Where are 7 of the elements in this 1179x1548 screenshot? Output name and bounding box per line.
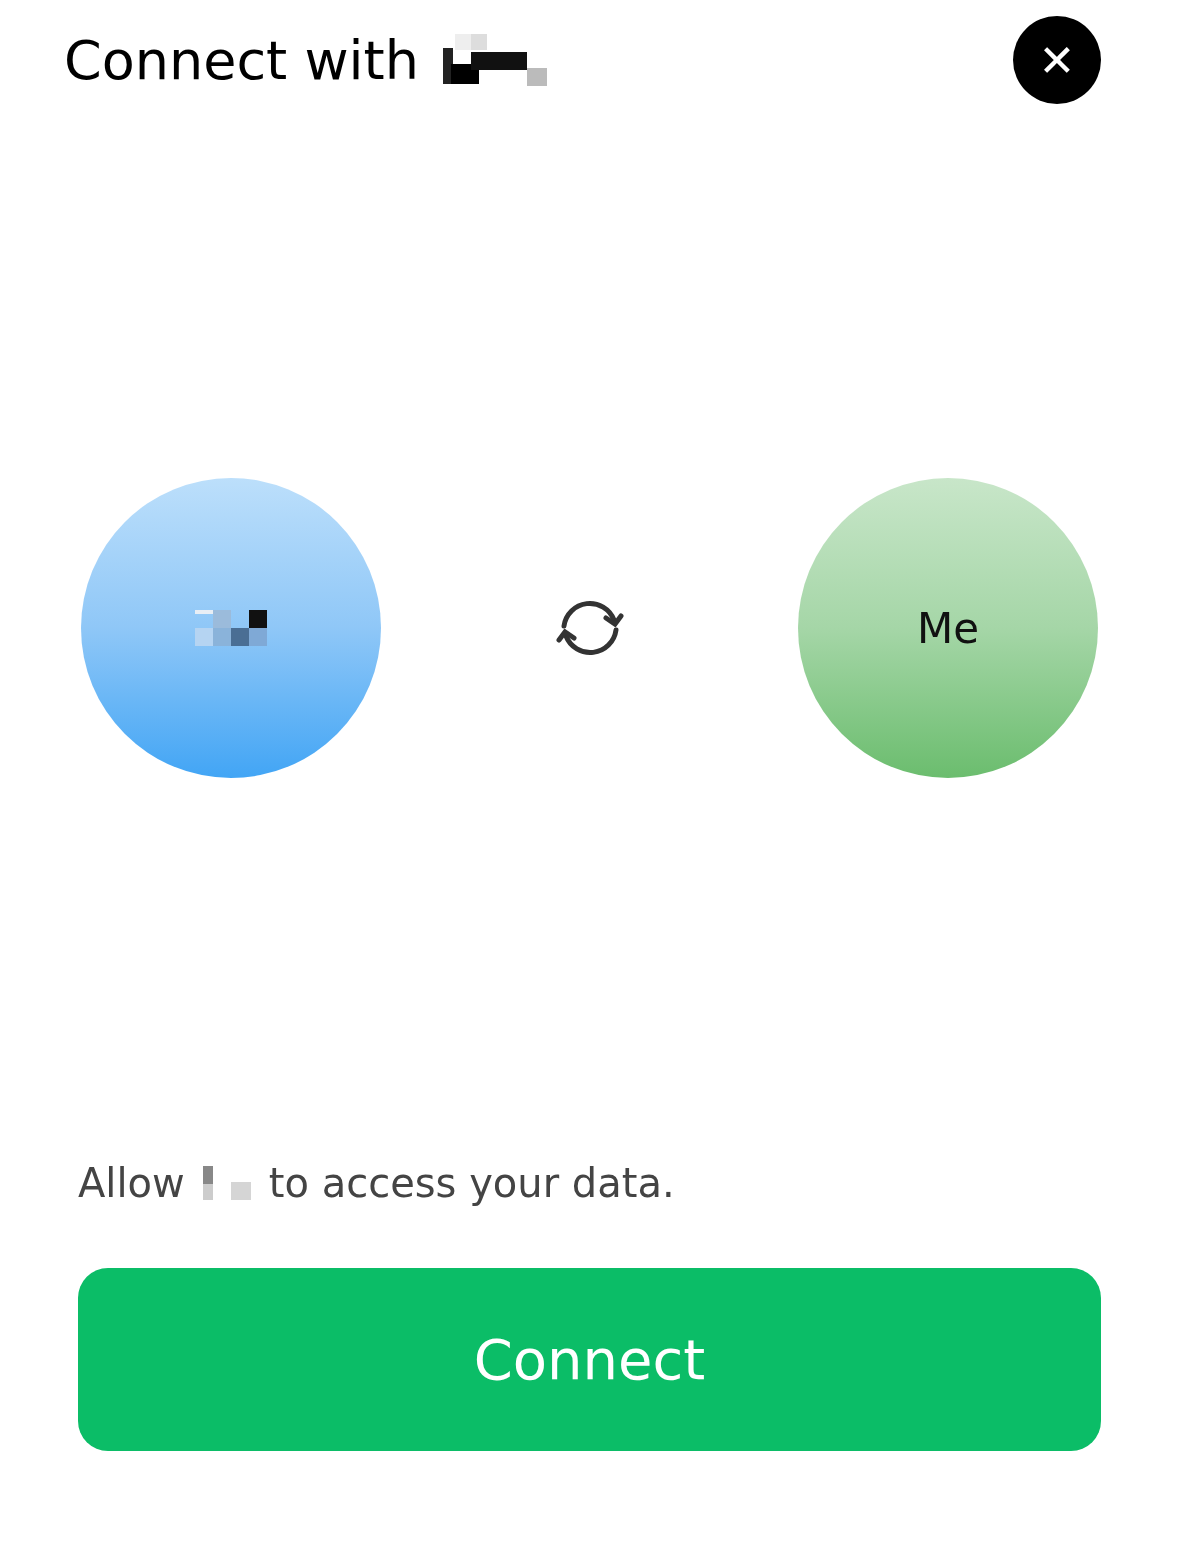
pixelated-name-drawing — [202, 1166, 251, 1200]
pixelated-name-drawing — [195, 610, 267, 646]
avatar-label: Me — [916, 603, 980, 653]
close-button[interactable]: ✕ — [1013, 16, 1101, 104]
consent-text: Allow — [78, 1160, 185, 1206]
dialog-title: Connect with — [64, 28, 419, 92]
consent-text: to access your data. — [268, 1160, 675, 1206]
